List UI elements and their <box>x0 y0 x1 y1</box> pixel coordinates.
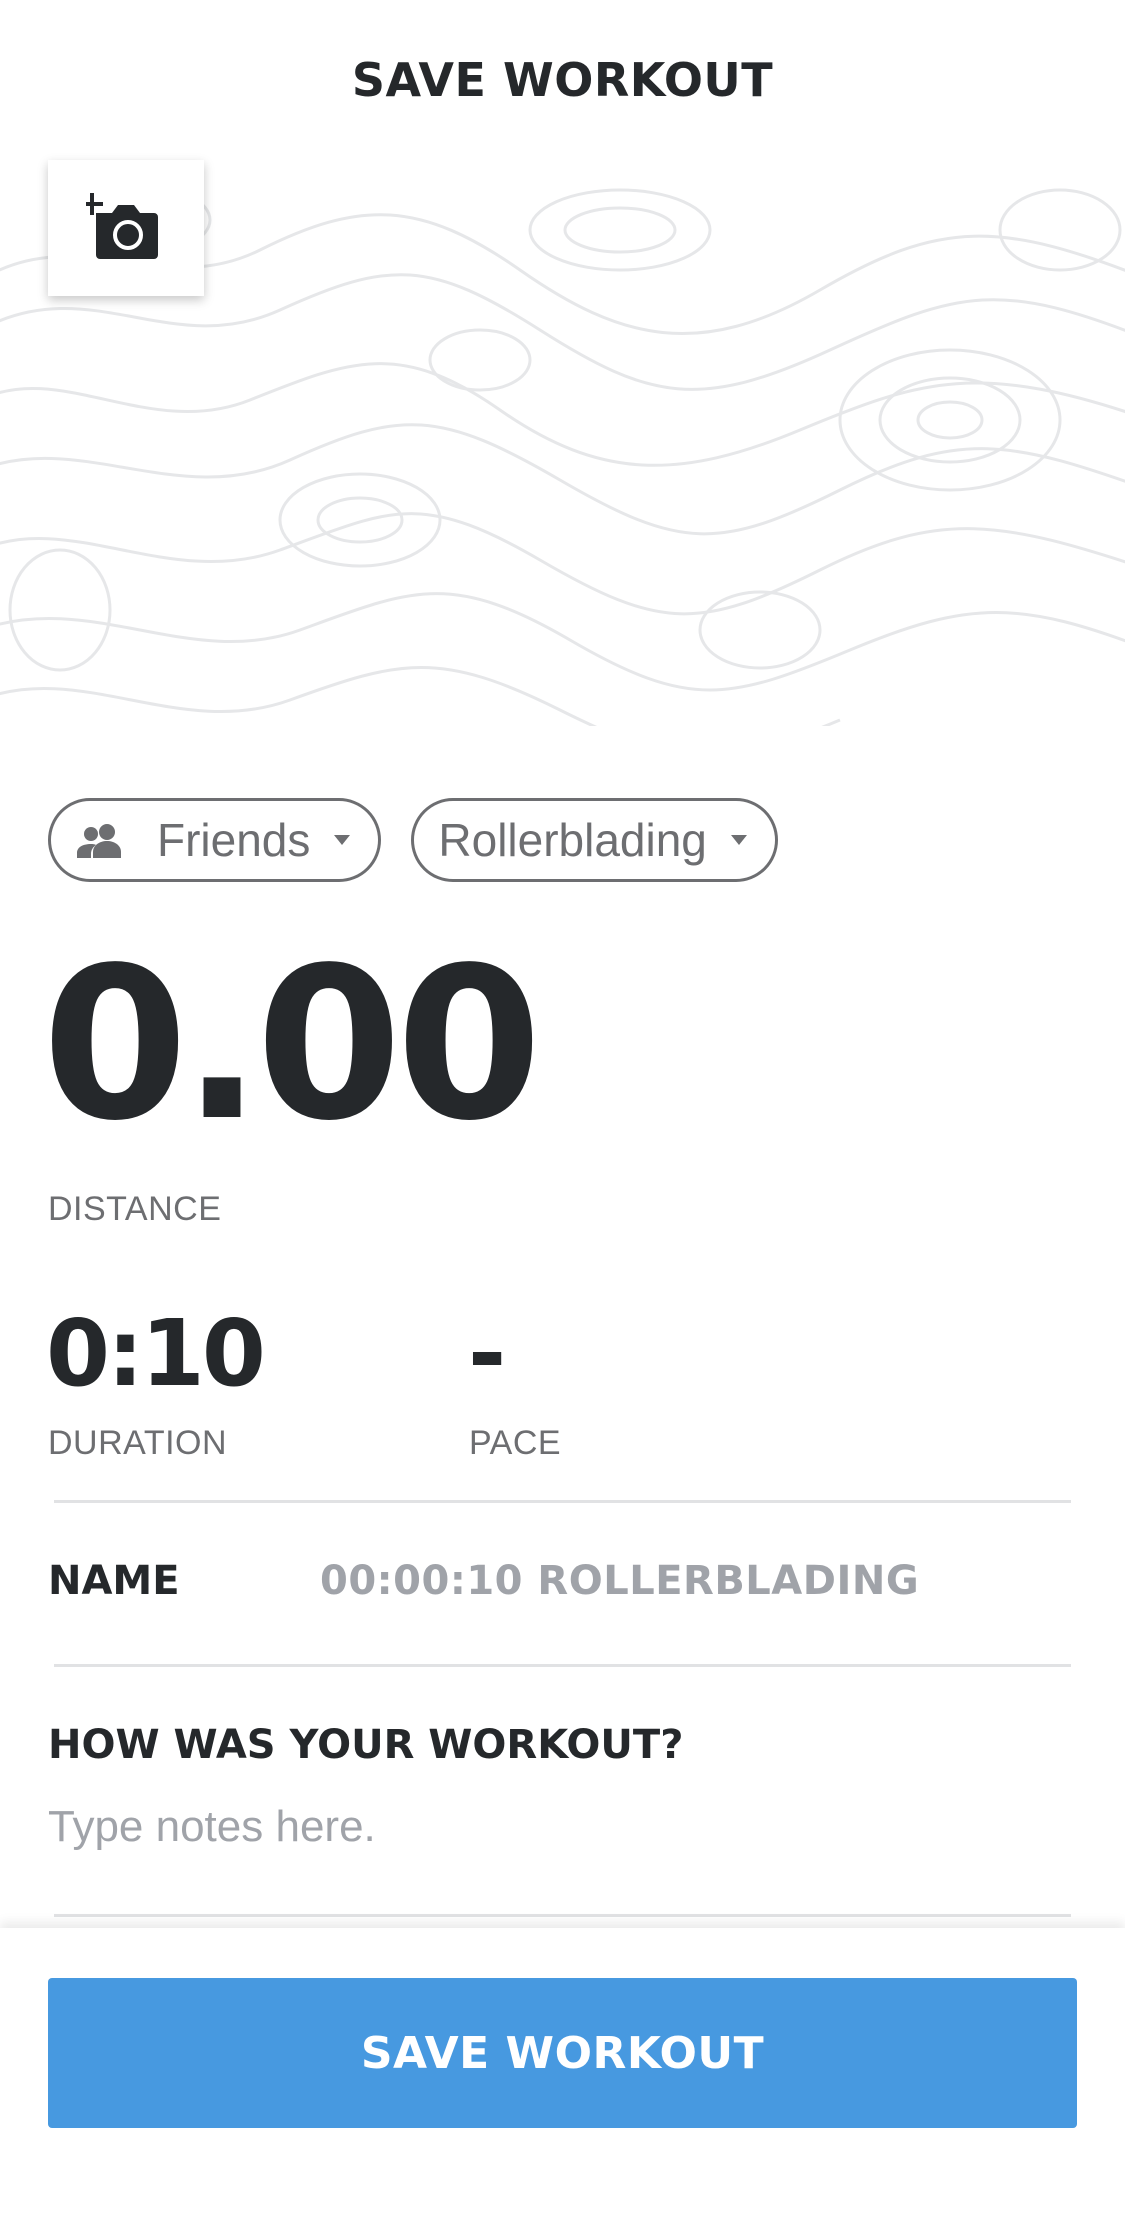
privacy-label: Friends <box>157 814 311 866</box>
pace-label: PACE <box>469 1424 562 1462</box>
divider <box>54 1914 1071 1917</box>
workout-name-field[interactable]: 00:00:10 ROLLERBLADING <box>320 1558 919 1604</box>
distance-value: 0.00 <box>42 922 542 1167</box>
add-photo-button[interactable] <box>48 160 204 296</box>
activity-type-dropdown[interactable]: Rollerblading <box>411 798 778 882</box>
save-workout-screen: SAVE WORKOUT Friends Rollerblading 0.00 … <box>0 0 1125 2230</box>
duration-value: 0:10 <box>46 1300 266 1407</box>
add-photo-icon <box>86 193 158 259</box>
pace-value: - <box>468 1300 506 1407</box>
notes-input[interactable] <box>48 1792 1068 1862</box>
chevron-down-icon <box>334 835 351 845</box>
activity-label: Rollerblading <box>438 814 707 866</box>
distance-label: DISTANCE <box>48 1190 222 1228</box>
chevron-down-icon <box>730 835 747 845</box>
name-label: NAME <box>48 1558 180 1604</box>
page-title: SAVE WORKOUT <box>351 53 774 107</box>
divider <box>54 1500 1071 1503</box>
divider <box>54 1664 1071 1667</box>
notes-heading: HOW WAS YOUR WORKOUT? <box>48 1722 684 1768</box>
duration-label: DURATION <box>48 1424 228 1462</box>
privacy-dropdown[interactable]: Friends <box>48 798 382 882</box>
save-workout-button[interactable]: SAVE WORKOUT <box>48 1978 1077 2128</box>
bottom-bar: SAVE WORKOUT <box>0 1928 1125 2230</box>
header: SAVE WORKOUT <box>0 0 1125 160</box>
people-icon <box>75 822 127 858</box>
filter-pills: Friends Rollerblading <box>48 798 778 882</box>
